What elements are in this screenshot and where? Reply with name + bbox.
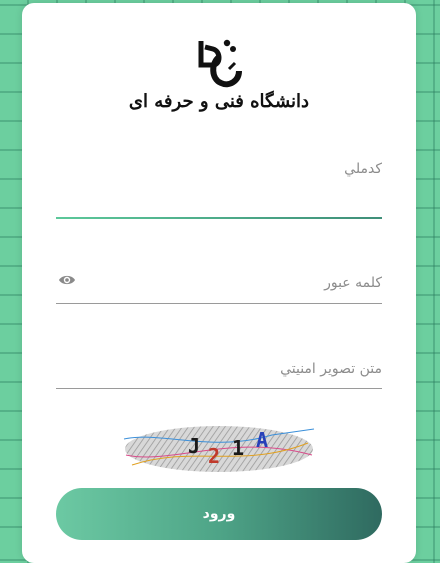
captcha-char: 2 <box>208 444 220 468</box>
university-logo: دانشگاه فنی و حرفه ای <box>22 39 416 129</box>
show-password-eye-icon[interactable] <box>58 273 76 287</box>
captcha-underline <box>56 388 382 389</box>
captcha-field[interactable] <box>56 353 382 385</box>
captcha-char: 1 <box>232 436 244 460</box>
captcha-char: J <box>188 434 200 458</box>
password-underline <box>56 303 382 304</box>
national-code-underline <box>56 217 382 219</box>
captcha-image: J 2 1 A <box>123 426 315 472</box>
password-input[interactable] <box>86 267 382 299</box>
logo-text: دانشگاه فنی و حرفه ای <box>128 91 310 112</box>
password-field[interactable] <box>86 267 382 299</box>
national-code-input[interactable] <box>56 153 382 185</box>
login-button[interactable]: ورود <box>56 488 382 540</box>
captcha-char: A <box>256 428 268 452</box>
logo-emblem <box>198 39 242 88</box>
national-code-field[interactable] <box>56 153 382 185</box>
captcha-input[interactable] <box>56 353 382 385</box>
login-card: دانشگاه فنی و حرفه ای J 2 1 A ورود <box>22 3 416 563</box>
